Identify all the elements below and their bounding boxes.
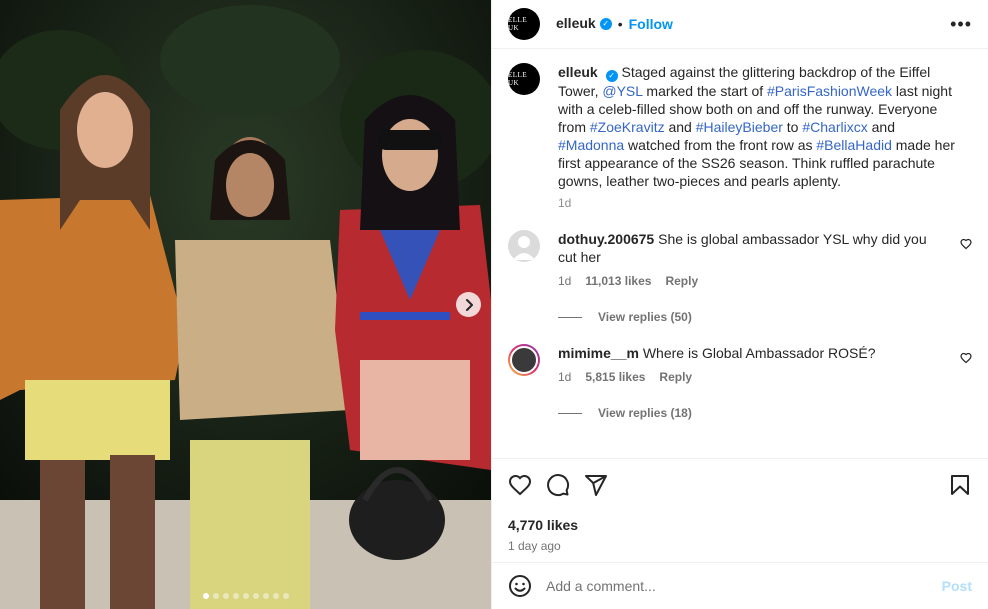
post-comment-button[interactable]: Post xyxy=(942,578,972,594)
view-replies-button[interactable]: View replies (18) xyxy=(558,406,972,420)
view-replies-label: View replies (18) xyxy=(598,406,692,420)
carousel-dot xyxy=(242,593,249,599)
reply-button[interactable]: Reply xyxy=(659,370,692,384)
comment-time: 1d xyxy=(558,274,572,288)
comment-likes[interactable]: 5,815 likes xyxy=(585,370,645,384)
comment-likes[interactable]: 11,013 likes xyxy=(585,274,651,288)
carousel-dot xyxy=(202,593,209,599)
caption-link[interactable]: @YSL xyxy=(602,83,642,99)
caption-segment: to xyxy=(782,119,803,135)
view-replies-label: View replies (50) xyxy=(598,310,692,324)
post-details: ELLE UK elleuk ✓ • Follow ••• ELLE UK el… xyxy=(491,0,988,609)
post-modal: ELLE UK elleuk ✓ • Follow ••• ELLE UK el… xyxy=(0,0,988,609)
caption-segment: watched from the front row as xyxy=(624,137,817,153)
carousel-dot xyxy=(232,593,239,599)
comment-item: dothuy.200675 She is global ambassador Y… xyxy=(508,230,972,288)
view-replies-button[interactable]: View replies (50) xyxy=(558,310,972,324)
bookmark-icon xyxy=(951,475,969,495)
caption-time: 1d xyxy=(558,196,572,210)
share-icon xyxy=(585,475,607,496)
add-comment-bar: Post xyxy=(492,562,988,609)
caption-link[interactable]: #BellaHadid xyxy=(816,137,892,153)
caption-body: Staged against the glittering backdrop o… xyxy=(558,64,955,189)
comment-icon xyxy=(547,474,570,497)
save-button[interactable] xyxy=(948,473,972,497)
comment-actions: 1d 11,013 likes Reply xyxy=(558,274,948,288)
caption-segment: and xyxy=(867,119,895,135)
caption-link[interactable]: #Madonna xyxy=(558,137,624,153)
next-photo-button[interactable] xyxy=(456,292,481,317)
comment-text: dothuy.200675 She is global ambassador Y… xyxy=(558,230,948,266)
comment-actions: 1d 5,815 likes Reply xyxy=(558,370,948,384)
post-photo xyxy=(0,0,491,609)
share-button[interactable] xyxy=(584,473,608,497)
post-header: ELLE UK elleuk ✓ • Follow ••• xyxy=(492,0,988,49)
caption-segment: marked the start of xyxy=(642,83,768,99)
heart-icon xyxy=(508,474,532,496)
carousel-dot xyxy=(272,593,279,599)
comment-input[interactable] xyxy=(546,578,942,594)
comment-item: mimime__m Where is Global Ambassador ROS… xyxy=(508,344,972,384)
chevron-right-icon xyxy=(465,298,473,311)
verified-badge-icon: ✓ xyxy=(599,18,612,30)
comment-body: Where is Global Ambassador ROSÉ? xyxy=(642,345,876,361)
post-date[interactable]: 1 day ago xyxy=(508,539,972,553)
caption-avatar[interactable]: ELLE UK xyxy=(508,63,540,95)
caption-username[interactable]: elleuk xyxy=(558,64,598,80)
caption-link[interactable]: #ParisFashionWeek xyxy=(767,83,892,99)
action-icons xyxy=(508,471,972,499)
caption-link[interactable]: #ZoeKravitz xyxy=(590,119,665,135)
caption-link[interactable]: #Charlixcx xyxy=(802,119,867,135)
carousel-dot xyxy=(222,593,229,599)
comments-section[interactable]: ELLE UK elleuk ✓ Staged against the glit… xyxy=(492,49,988,458)
post-media[interactable] xyxy=(0,0,491,609)
replies-divider xyxy=(558,412,582,414)
carousel-dot xyxy=(262,593,269,599)
comment-text: mimime__m Where is Global Ambassador ROS… xyxy=(558,344,948,362)
comment-username[interactable]: mimime__m xyxy=(558,345,639,361)
emoji-icon xyxy=(509,575,531,597)
comment-time: 1d xyxy=(558,370,572,384)
carousel-indicator xyxy=(0,593,491,599)
carousel-dot xyxy=(212,593,219,599)
follow-button[interactable]: Follow xyxy=(629,16,673,32)
replies-divider xyxy=(558,316,582,318)
like-button[interactable] xyxy=(508,473,532,497)
comment-button[interactable] xyxy=(546,473,570,497)
comment-avatar[interactable] xyxy=(508,230,540,262)
carousel-dot xyxy=(252,593,259,599)
post-actions: 4,770 likes 1 day ago xyxy=(492,458,988,562)
verified-badge-icon: ✓ xyxy=(605,70,618,82)
heart-icon[interactable] xyxy=(960,238,972,250)
carousel-dot xyxy=(282,593,289,599)
account-avatar[interactable]: ELLE UK xyxy=(508,8,540,40)
account-username[interactable]: elleuk xyxy=(556,15,596,33)
reply-button[interactable]: Reply xyxy=(665,274,698,288)
likes-count[interactable]: 4,770 likes xyxy=(508,517,972,533)
default-avatar-icon xyxy=(513,236,535,260)
more-options-icon[interactable]: ••• xyxy=(950,15,972,33)
comment-username[interactable]: dothuy.200675 xyxy=(558,231,654,247)
caption-link[interactable]: #HaileyBieber xyxy=(696,119,783,135)
emoji-button[interactable] xyxy=(508,574,532,598)
post-caption: ELLE UK elleuk ✓ Staged against the glit… xyxy=(508,63,972,210)
avatar-image xyxy=(510,346,538,374)
username-text[interactable]: elleuk xyxy=(556,15,596,31)
caption-text: elleuk ✓ Staged against the glittering b… xyxy=(558,63,958,190)
heart-icon[interactable] xyxy=(960,352,972,364)
separator-dot: • xyxy=(617,16,623,32)
comment-avatar[interactable] xyxy=(508,344,540,376)
caption-segment: and xyxy=(664,119,696,135)
